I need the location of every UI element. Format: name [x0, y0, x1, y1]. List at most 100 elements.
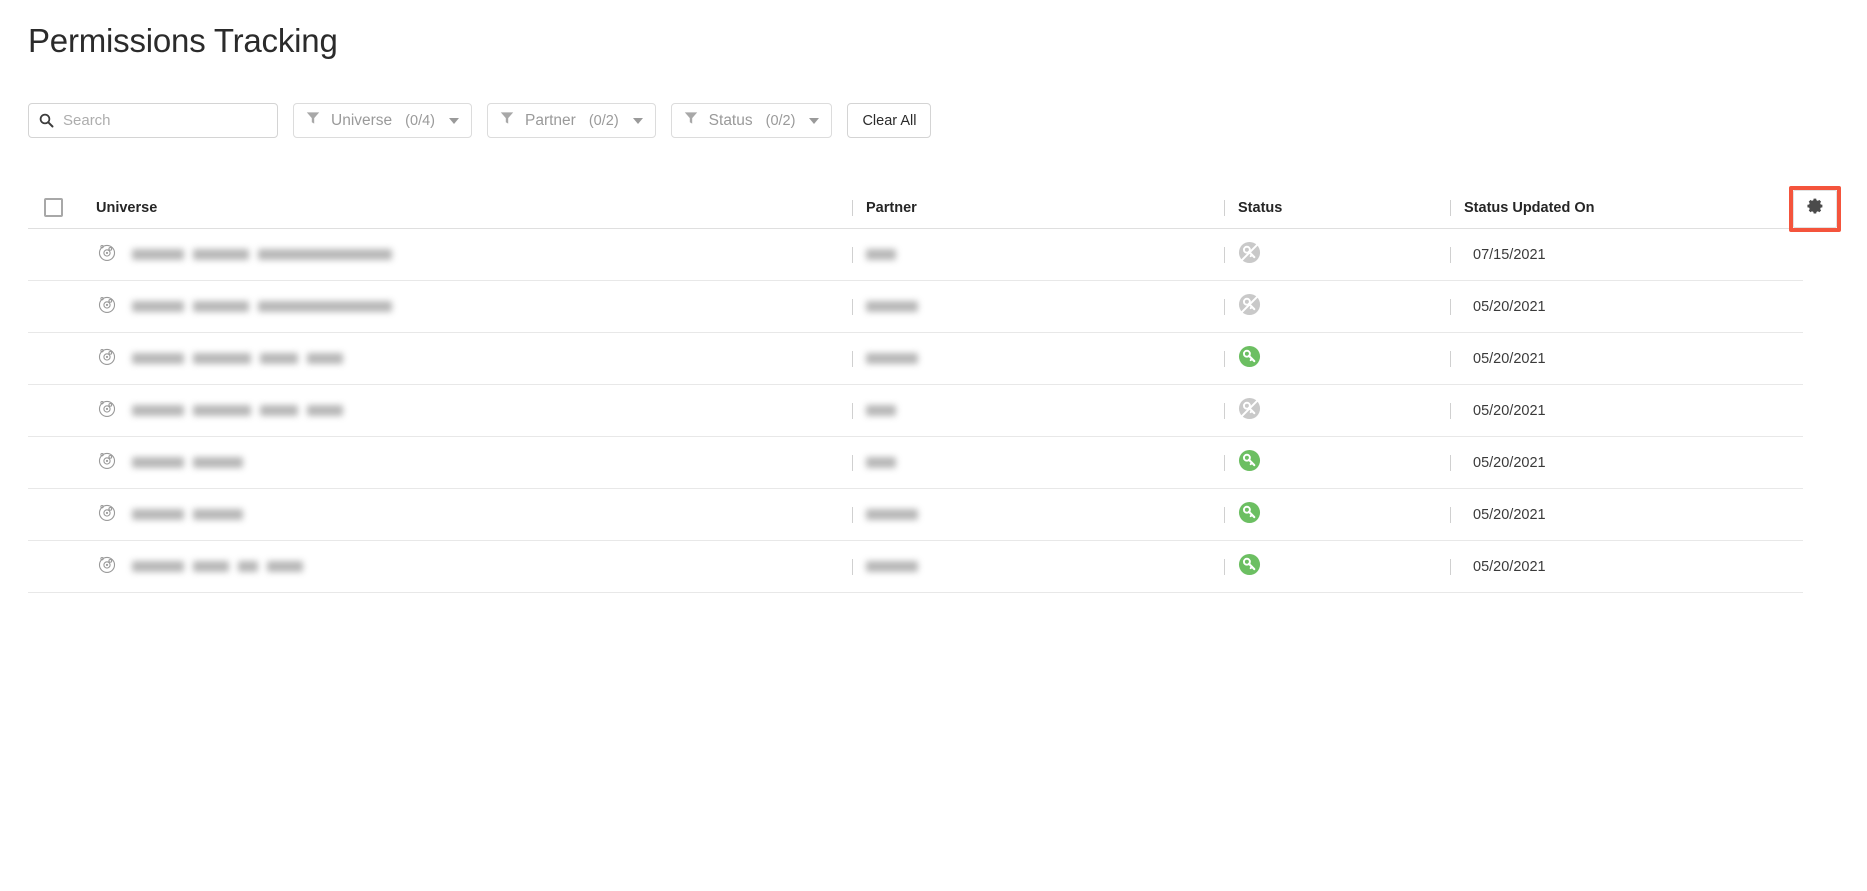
table-body: 07/15/2021 05/20/2021 05/20/2021 05/20/2…: [28, 229, 1803, 593]
cell-universe: [92, 397, 852, 424]
funnel-icon: [684, 111, 698, 130]
table-row[interactable]: 05/20/2021: [28, 281, 1803, 333]
cell-status: [1224, 241, 1450, 269]
column-header-status-updated-on[interactable]: Status Updated On: [1450, 199, 1803, 217]
cell-universe: [92, 293, 852, 320]
status-updated-date: 05/20/2021: [1473, 298, 1546, 315]
cell-universe: [92, 449, 852, 476]
redacted-text: [866, 561, 1224, 572]
table-row[interactable]: 05/20/2021: [28, 489, 1803, 541]
redacted-text: [132, 353, 343, 364]
filter-chip-universe[interactable]: Universe (0/4): [293, 103, 472, 138]
redacted-text: [866, 249, 1224, 260]
cell-status-updated-on: 05/20/2021: [1450, 558, 1803, 576]
cell-status-updated-on: 05/20/2021: [1450, 298, 1803, 316]
status-updated-date: 05/20/2021: [1473, 350, 1546, 367]
redacted-text: [132, 561, 303, 572]
cell-partner: [852, 509, 1224, 520]
cell-universe: [92, 241, 852, 268]
universe-orbit-icon: [96, 501, 118, 528]
permissions-table: Universe Partner Status Status Updated O…: [28, 187, 1803, 593]
clear-all-button[interactable]: Clear All: [847, 103, 932, 138]
status-updated-date: 05/20/2021: [1473, 454, 1546, 471]
column-header-label: Universe: [96, 199, 158, 216]
permissions-tracking-page: Permissions Tracking Universe (0/4): [0, 0, 1867, 891]
key-slashed-icon: [1238, 293, 1261, 321]
table-header-row: Universe Partner Status Status Updated O…: [28, 187, 1803, 229]
cell-partner: [852, 405, 1224, 416]
table-row[interactable]: 07/15/2021: [28, 229, 1803, 281]
redacted-text: [866, 457, 1224, 468]
key-icon: [1238, 553, 1261, 581]
search-input[interactable]: [63, 112, 267, 129]
redacted-text: [866, 353, 1224, 364]
filter-chip-label: Partner: [525, 111, 576, 129]
gear-icon: [1806, 198, 1824, 220]
table-row[interactable]: 05/20/2021: [28, 437, 1803, 489]
redacted-text: [866, 405, 1224, 416]
cell-status: [1224, 345, 1450, 373]
search-box[interactable]: [28, 103, 278, 138]
cell-status: [1224, 553, 1450, 581]
cell-status-updated-on: 07/15/2021: [1450, 246, 1803, 264]
cell-status-updated-on: 05/20/2021: [1450, 454, 1803, 472]
chevron-down-icon: [809, 117, 820, 124]
status-updated-date: 07/15/2021: [1473, 246, 1546, 263]
redacted-text: [132, 301, 392, 312]
column-header-label: Status Updated On: [1464, 199, 1595, 216]
table-settings-button[interactable]: [1793, 190, 1837, 228]
cell-universe: [92, 345, 852, 372]
status-updated-date: 05/20/2021: [1473, 558, 1546, 575]
cell-status: [1224, 449, 1450, 477]
universe-orbit-icon: [96, 553, 118, 580]
filter-chip-status[interactable]: Status (0/2): [670, 103, 833, 138]
table-settings-wrapper: [1789, 186, 1841, 232]
key-icon: [1238, 501, 1261, 529]
search-icon: [39, 113, 54, 128]
filter-chip-count: (0/4): [405, 112, 435, 129]
universe-orbit-icon: [96, 293, 118, 320]
column-header-universe[interactable]: Universe: [92, 200, 852, 216]
cell-partner: [852, 457, 1224, 468]
cell-status: [1224, 397, 1450, 425]
universe-orbit-icon: [96, 449, 118, 476]
cell-partner: [852, 353, 1224, 364]
table-row[interactable]: 05/20/2021: [28, 333, 1803, 385]
column-header-status[interactable]: Status: [1224, 200, 1450, 216]
universe-orbit-icon: [96, 397, 118, 424]
cell-partner: [852, 301, 1224, 312]
key-slashed-icon: [1238, 241, 1261, 269]
cell-partner: [852, 561, 1224, 572]
column-header-label: Partner: [866, 199, 917, 216]
status-updated-date: 05/20/2021: [1473, 506, 1546, 523]
redacted-text: [132, 509, 243, 520]
select-all-checkbox[interactable]: [44, 198, 63, 217]
filter-chip-label: Universe: [331, 111, 393, 129]
key-icon: [1238, 345, 1261, 373]
select-all-cell: [28, 198, 92, 217]
cell-partner: [852, 249, 1224, 260]
column-header-partner[interactable]: Partner: [852, 199, 1224, 217]
cell-universe: [92, 501, 852, 528]
filter-chip-count: (0/2): [588, 112, 619, 129]
table-row[interactable]: 05/20/2021: [28, 541, 1803, 593]
filter-chip-partner[interactable]: Partner (0/2): [487, 103, 656, 138]
cell-status-updated-on: 05/20/2021: [1450, 402, 1803, 420]
redacted-text: [866, 509, 1224, 520]
filter-chip-label: Status: [708, 111, 753, 129]
cell-status: [1224, 501, 1450, 529]
universe-orbit-icon: [96, 241, 118, 268]
key-icon: [1238, 449, 1261, 477]
chevron-down-icon: [449, 117, 459, 124]
universe-orbit-icon: [96, 345, 118, 372]
redacted-text: [132, 405, 343, 416]
redacted-text: [132, 249, 392, 260]
cell-universe: [92, 553, 852, 580]
cell-status: [1224, 293, 1450, 321]
key-slashed-icon: [1238, 397, 1261, 425]
table-row[interactable]: 05/20/2021: [28, 385, 1803, 437]
filter-chip-count: (0/2): [765, 112, 796, 129]
cell-status-updated-on: 05/20/2021: [1450, 506, 1803, 524]
funnel-icon: [500, 111, 514, 130]
funnel-icon: [306, 111, 320, 130]
